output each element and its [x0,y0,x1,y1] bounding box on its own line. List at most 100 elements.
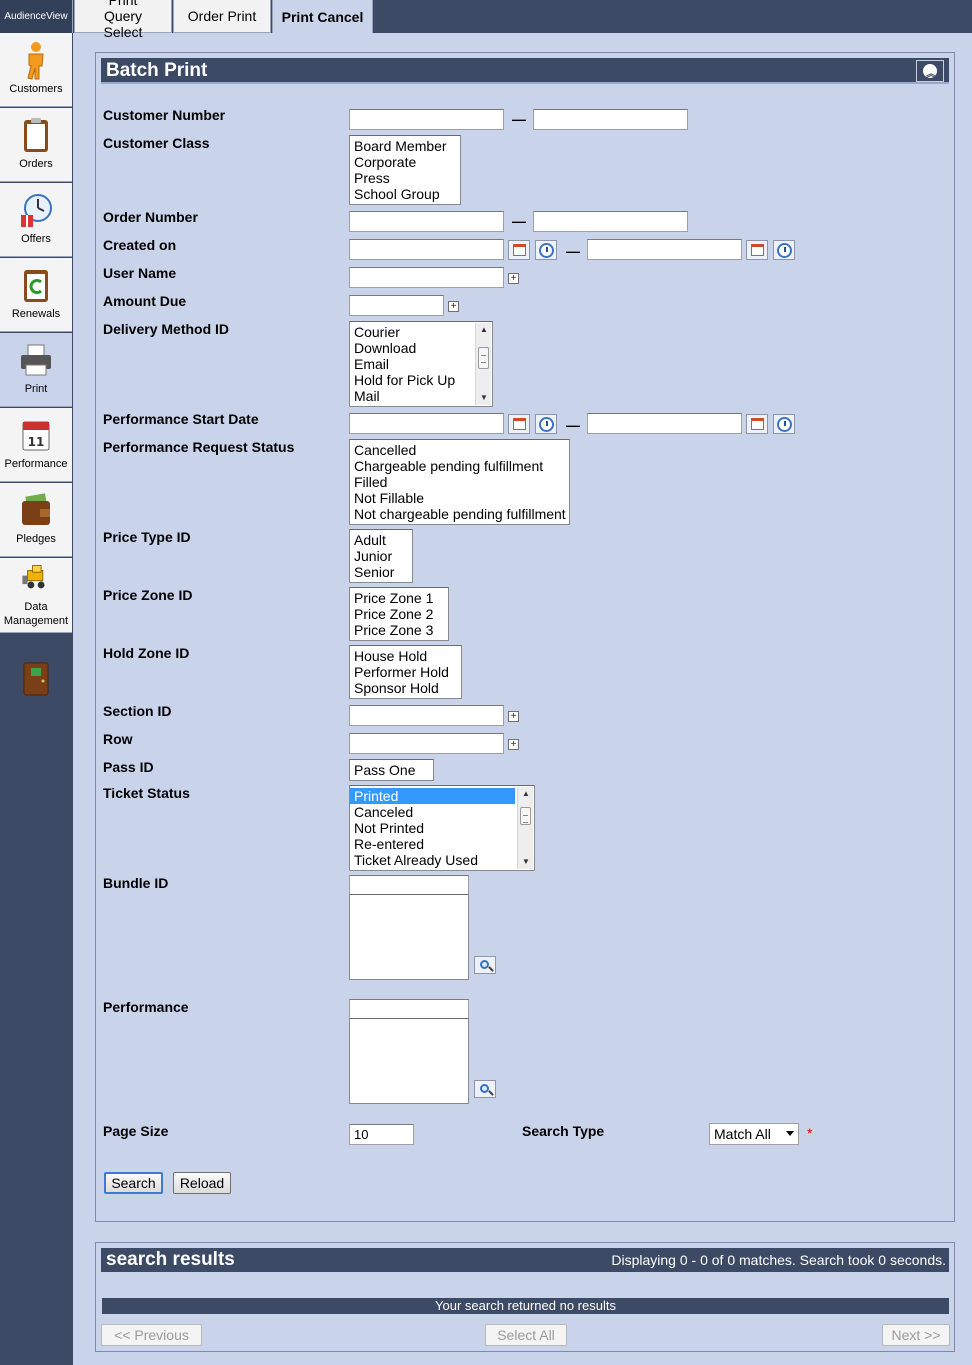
performance-filter-input[interactable] [349,999,469,1019]
list-option[interactable]: Performer Hold [350,664,461,680]
collapse-button[interactable]: ︽ [916,60,944,82]
sidebar-item-orders[interactable]: Orders [0,108,72,182]
time-button[interactable] [535,240,557,260]
list-option[interactable]: School Group [350,186,460,202]
bundle-filter-input[interactable] [349,875,469,895]
list-option[interactable]: Cancelled [350,442,569,458]
list-option[interactable]: Not chargeable pending fulfillment [350,506,569,522]
list-option[interactable]: Email [350,356,492,372]
tab-order-print[interactable]: Order Print [173,0,271,33]
customer-number-from-input[interactable] [349,109,504,130]
ticket-status-listbox[interactable]: Printed Canceled Not Printed Re-entered … [349,785,535,871]
performance-listbox[interactable] [349,1018,469,1104]
list-option-selected[interactable]: Printed [350,788,515,804]
row-input[interactable] [349,733,504,754]
section-input[interactable] [349,705,504,726]
calendar-button[interactable] [746,240,768,260]
logout-door-icon[interactable] [22,661,50,697]
tab-print-query-select[interactable]: Print Query Select [74,0,172,40]
list-option[interactable]: Sponsor Hold [350,680,461,696]
page-size-input[interactable] [349,1124,414,1145]
created-on-from-input[interactable] [349,239,504,260]
search-type-select[interactable]: Match All [709,1123,799,1145]
delivery-method-listbox[interactable]: Courier Download Email Hold for Pick Up … [349,321,493,407]
list-option[interactable]: Canceled [350,804,534,820]
list-option[interactable]: Junior [350,548,412,564]
customer-class-listbox[interactable]: Board Member Corporate Press School Grou… [349,135,461,205]
list-option[interactable]: Courier [350,324,492,340]
list-option[interactable]: Price Zone 2 [350,606,448,622]
sidebar-item-print[interactable]: Print [0,333,72,407]
list-option[interactable]: Chargeable pending fulfillment [350,458,569,474]
list-option[interactable]: Download [350,340,492,356]
calendar-button[interactable] [508,240,530,260]
sidebar-item-data-management[interactable]: Data Management [0,558,72,633]
customer-number-to-input[interactable] [533,109,688,130]
scroll-down-icon[interactable]: ▼ [476,391,492,405]
tab-label: Print Cancel [281,8,364,25]
scroll-thumb[interactable] [478,347,489,369]
list-option[interactable]: Senior [350,564,412,580]
bundle-search-button[interactable] [474,956,496,974]
bundle-listbox[interactable] [349,894,469,980]
select-all-button[interactable]: Select All [485,1324,567,1346]
user-name-input[interactable] [349,267,504,288]
list-option[interactable]: Board Member [350,138,460,154]
tab-print-cancel[interactable]: Print Cancel [272,0,373,33]
time-button[interactable] [535,414,557,434]
order-number-from-input[interactable] [349,211,504,232]
sidebar-item-renewals[interactable]: Renewals [0,258,72,332]
time-button[interactable] [773,240,795,260]
calendar-icon [751,244,764,256]
list-option[interactable]: Press [350,170,460,186]
time-button[interactable] [773,414,795,434]
price-type-listbox[interactable]: Adult Junior Senior [349,529,413,583]
listbox-scrollbar[interactable]: ▲ ▼ [475,323,491,405]
list-option[interactable]: Pass One [350,762,433,778]
list-option[interactable]: Filled [350,474,569,490]
list-option[interactable]: Hold for Pick Up [350,372,492,388]
sidebar-item-customers[interactable]: Customers [0,33,72,107]
price-zone-listbox[interactable]: Price Zone 1 Price Zone 2 Price Zone 3 [349,587,449,641]
list-option[interactable]: Ticket Already Used [350,852,534,868]
list-option[interactable]: Corporate [350,154,460,170]
list-option[interactable]: Not Printed [350,820,534,836]
list-option[interactable]: Re-entered [350,836,534,852]
sidebar-item-performance[interactable]: 11 Performance [0,408,72,482]
performance-request-status-listbox[interactable]: Cancelled Chargeable pending fulfillment… [349,439,570,525]
scroll-thumb[interactable] [520,807,531,825]
sidebar-item-pledges[interactable]: Pledges [0,483,72,557]
previous-page-button[interactable]: << Previous [101,1324,202,1346]
order-number-to-input[interactable] [533,211,688,232]
amount-due-input[interactable] [349,295,444,316]
expand-plus-icon[interactable]: + [508,273,519,284]
performance-start-from-input[interactable] [349,413,504,434]
sidebar-item-label: Pledges [16,533,56,545]
list-option[interactable]: Adult [350,532,412,548]
list-option[interactable]: Price Zone 1 [350,590,448,606]
next-page-button[interactable]: Next >> [882,1324,950,1346]
scroll-up-icon[interactable]: ▲ [518,787,534,801]
reload-button[interactable]: Reload [173,1172,231,1194]
performance-search-button[interactable] [474,1080,496,1098]
sidebar-item-offers[interactable]: Offers [0,183,72,257]
list-option[interactable]: House Hold [350,648,461,664]
scroll-up-icon[interactable]: ▲ [476,323,492,337]
search-button[interactable]: Search [104,1172,163,1194]
clock-gift-icon [21,194,52,227]
calendar-button[interactable] [746,414,768,434]
created-on-to-input[interactable] [587,239,742,260]
list-option[interactable]: Mail [350,388,492,404]
chevron-down-icon [786,1131,794,1136]
expand-plus-icon[interactable]: + [508,711,519,722]
listbox-scrollbar[interactable]: ▲ ▼ [517,787,533,869]
calendar-button[interactable] [508,414,530,434]
scroll-down-icon[interactable]: ▼ [518,855,534,869]
performance-start-to-input[interactable] [587,413,742,434]
hold-zone-listbox[interactable]: House Hold Performer Hold Sponsor Hold [349,645,462,699]
expand-plus-icon[interactable]: + [448,301,459,312]
expand-plus-icon[interactable]: + [508,739,519,750]
pass-listbox[interactable]: Pass One [349,759,434,781]
list-option[interactable]: Price Zone 3 [350,622,448,638]
list-option[interactable]: Not Fillable [350,490,569,506]
